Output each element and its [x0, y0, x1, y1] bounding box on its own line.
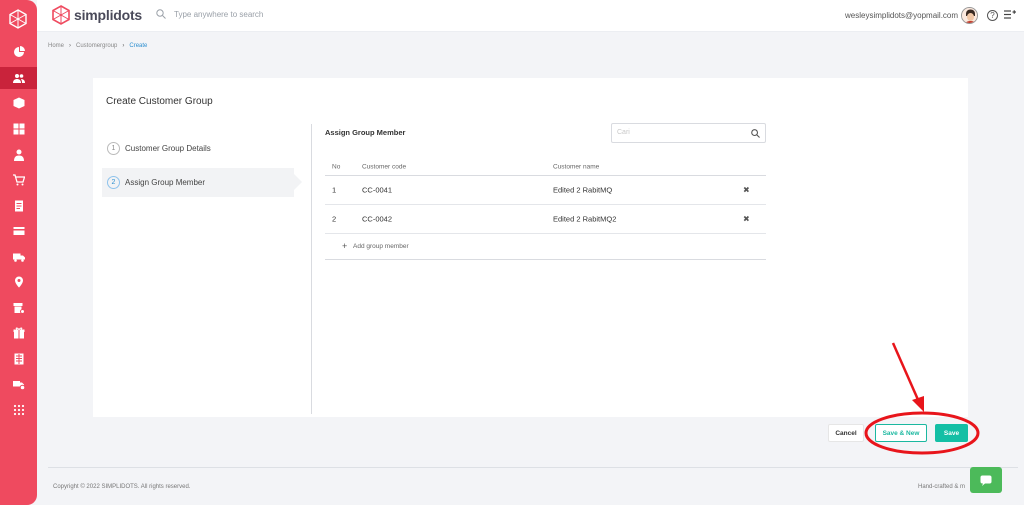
header-customer-code: Customer code [362, 163, 407, 170]
product-icon [13, 97, 24, 109]
row-customer-name: Edited 2 RabitMQ2 [553, 214, 617, 224]
payment-icon [13, 227, 24, 235]
step-label: Customer Group Details [125, 144, 211, 153]
help-icon[interactable]: ? [987, 10, 998, 21]
breadcrumb-current: Create [129, 43, 148, 49]
sidebar-item-product[interactable] [0, 92, 37, 114]
steps-divider [311, 124, 312, 414]
user-email[interactable]: wesleysimplidots@yopmail.com [845, 11, 958, 20]
row-no: 2 [332, 214, 337, 224]
active-step-arrow [294, 174, 302, 190]
search-icon [156, 9, 166, 19]
table-row: 2 CC-0042 Edited 2 RabitMQ2 ✖ [325, 205, 766, 234]
sidebar [0, 0, 37, 505]
delivery-icon [12, 253, 25, 262]
remove-icon[interactable]: ✖ [743, 186, 750, 195]
sidebar-item-cart[interactable] [0, 169, 37, 191]
sidebar-item-dashboard[interactable] [0, 41, 37, 63]
table-header: No Customer code Customer name [325, 158, 766, 176]
sidebar-item-payment[interactable] [0, 220, 37, 242]
header-no: No [332, 163, 341, 170]
sidebar-item-location[interactable] [0, 271, 37, 293]
step-number: 1 [107, 142, 120, 155]
promo-icon [13, 327, 24, 339]
avatar[interactable] [961, 7, 978, 24]
topbar: simplidots Type anywhere to search wesle… [37, 0, 1024, 32]
member-search-input[interactable]: Cari [611, 123, 766, 143]
catalog-icon [13, 123, 24, 135]
row-no: 1 [332, 185, 337, 195]
chevron-right-icon: › [122, 43, 125, 49]
sidebar-item-catalog[interactable] [0, 118, 37, 140]
row-customer-code: CC-0041 [362, 185, 393, 195]
sidebar-item-store[interactable] [0, 297, 37, 319]
page-title: Create Customer Group [106, 96, 213, 107]
chat-icon [980, 475, 992, 486]
apps-icon [13, 404, 24, 416]
copyright-text: Copyright © 2022 SIMPLIDOTS. All rights … [53, 484, 191, 490]
breadcrumb-customergroup[interactable]: Customergroup [76, 43, 117, 49]
sidebar-item-report[interactable] [0, 348, 37, 370]
create-customer-group-card: Create Customer Group 1 Customer Group D… [93, 78, 968, 417]
sidebar-item-apps[interactable] [0, 399, 37, 421]
truck-settings-icon [12, 381, 25, 390]
remove-icon[interactable]: ✖ [743, 215, 750, 224]
step-label: Assign Group Member [125, 178, 206, 187]
sidebar-item-customers[interactable] [0, 67, 37, 89]
save-and-new-button[interactable]: Save & New [875, 424, 927, 442]
sidebar-item-promo[interactable] [0, 322, 37, 344]
search-icon[interactable] [751, 129, 760, 138]
store-icon [13, 303, 25, 314]
sidebar-item-truck-settings[interactable] [0, 373, 37, 395]
menu-list-icon[interactable] [1004, 9, 1016, 20]
footer-divider [48, 467, 1018, 468]
table-row: 1 CC-0041 Edited 2 RabitMQ ✖ [325, 176, 766, 205]
add-group-member-button[interactable]: + Add group member [325, 234, 766, 260]
add-group-member-label: Add group member [353, 243, 409, 250]
cancel-button[interactable]: Cancel [828, 424, 864, 442]
header-customer-name: Customer name [553, 163, 600, 170]
cart-icon [12, 174, 25, 186]
plus-icon: + [342, 241, 348, 251]
sidebar-item-delivery[interactable] [0, 246, 37, 268]
save-button[interactable]: Save [935, 424, 968, 442]
breadcrumb-home[interactable]: Home [48, 43, 64, 49]
row-customer-code: CC-0042 [362, 214, 393, 224]
step-assign-group-member[interactable]: 2 Assign Group Member [102, 168, 302, 197]
logo-icon[interactable] [8, 9, 28, 29]
location-icon [14, 276, 23, 288]
search-input[interactable]: Type anywhere to search [174, 10, 263, 19]
member-search-placeholder: Cari [617, 129, 630, 136]
brand-name: simplidots [74, 7, 143, 23]
step-number: 2 [107, 176, 120, 189]
chat-button[interactable] [970, 467, 1002, 493]
handcrafted-text: Hand-crafted & m [918, 484, 966, 490]
breadcrumb: Home › Customergroup › Create [48, 43, 147, 49]
report-icon [14, 353, 23, 365]
global-search[interactable]: Type anywhere to search [156, 9, 263, 19]
invoice-icon [14, 200, 23, 212]
step-customer-group-details[interactable]: 1 Customer Group Details [102, 134, 294, 163]
sidebar-item-salesman[interactable] [0, 144, 37, 166]
group-member-table: No Customer code Customer name 1 CC-0041… [325, 158, 766, 260]
section-title: Assign Group Member [325, 128, 406, 137]
chevron-right-icon: › [69, 43, 72, 49]
row-customer-name: Edited 2 RabitMQ [553, 185, 613, 195]
sidebar-item-invoice[interactable] [0, 195, 37, 217]
dashboard-icon [13, 46, 25, 57]
salesman-icon [13, 149, 24, 161]
brand-logo[interactable]: simplidots [51, 5, 142, 25]
customers-icon [12, 74, 25, 83]
simplidots-logo-icon [52, 5, 70, 25]
avatar-icon [962, 8, 977, 23]
